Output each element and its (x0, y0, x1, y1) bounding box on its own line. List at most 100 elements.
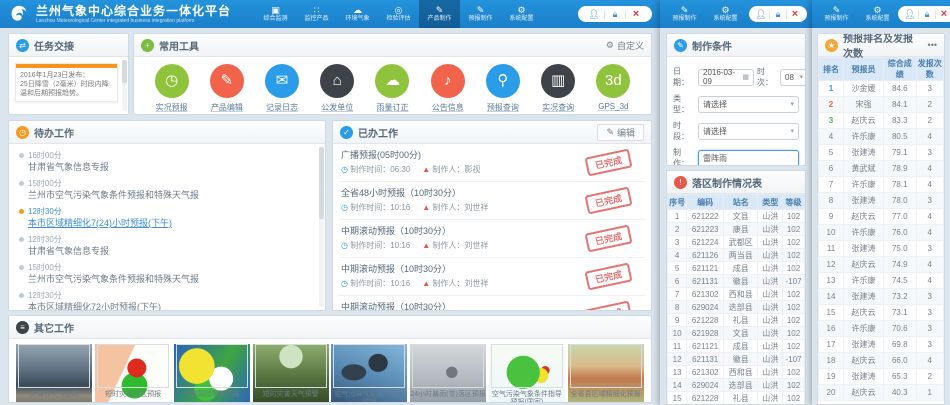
nav-item-forecast[interactable]: ✎ 预报制作 (664, 0, 705, 28)
nav-item[interactable]: ◎ 检验评估 (378, 0, 419, 28)
work-thumbnail[interactable]: 短时灾害落区预报 (95, 344, 171, 403)
scrollbar[interactable] (319, 147, 324, 307)
table-row[interactable]: 8 629024 迭部县 山洪 102 (668, 301, 805, 314)
table-row[interactable]: 15 621228 礼县 山洪 102 (668, 392, 805, 405)
edit-button[interactable]: ✎ 编辑 (597, 124, 644, 141)
area-table-panel: ! 落区制作情况表 序号 编码 站名 类型 等级 1 (666, 170, 806, 405)
table-row[interactable]: 2 621223 康县 山洪 102 (668, 223, 805, 236)
work-thumbnail[interactable]: 全省县区域精细化预报 (568, 344, 644, 403)
todo-item[interactable]: 12时30分 本市区域精细化7(24)小时预报(下午) (19, 204, 313, 232)
table-row[interactable]: 7 621302 西和县 山洪 102 (668, 288, 805, 301)
work-thumbnail[interactable]: 24小时暴雨(雪)落区预报 (410, 344, 486, 403)
score-cell: 78.9 (884, 161, 917, 177)
done-item[interactable]: 中期滚动预报（10时30分） ◷ 制作时间：10:16 ▲ 制作人：刘世祥 已完… (339, 296, 645, 311)
nav-item-settings[interactable]: ⚙ 系统配置 (857, 0, 898, 28)
table-row[interactable]: 12 621131 徽县 山洪 -107 (668, 353, 805, 366)
nav-item[interactable]: ⚙ 系统配置 (501, 0, 542, 28)
nav-item[interactable]: ∷ 监控产品 (296, 0, 337, 28)
table-row[interactable]: 16 许乐康 70.6 3 (819, 321, 944, 337)
tool-item[interactable]: ✎ 产品编辑 (201, 64, 253, 113)
table-row[interactable]: 11 621121 成县 山洪 102 (668, 340, 805, 353)
table-row[interactable]: 14 629024 迭部县 山洪 102 (668, 379, 805, 392)
table-row[interactable]: 1 沙金媛 84.6 3 (819, 81, 944, 97)
todo-item[interactable]: 12时30分 本市区域精细化72小时预报(下午) (19, 288, 313, 311)
work-thumbnail[interactable]: 空气污染气象条件指导预报(国家) (489, 344, 565, 403)
tool-icon: ☁ (375, 64, 409, 98)
nav-item[interactable]: ▣ 综合监测 (255, 0, 296, 28)
tool-item[interactable]: ✉ 记录日志 (256, 64, 308, 113)
tool-item[interactable]: ◷ 实况预报 (146, 64, 198, 113)
table-row[interactable]: 13 621302 西和县 山洪 102 (668, 366, 805, 379)
customize-button[interactable]: ⚙ 自定义 (606, 39, 644, 52)
date-input[interactable]: 2016-03-09 ▦ (698, 69, 754, 86)
table-row[interactable]: 7 许乐康 78.1 4 (819, 177, 944, 193)
table-row[interactable]: 3 621224 武都区 山洪 102 (668, 236, 805, 249)
period-select[interactable]: 请选择 ▾ (698, 123, 799, 140)
table-row[interactable]: 3 赵庆云 83.3 2 (819, 113, 944, 129)
table-row[interactable]: 5 张建涛 79.1 3 (819, 145, 944, 161)
table-row[interactable]: 20 赵庆云 40.3 1 (819, 385, 944, 401)
nav-item-settings[interactable]: ⚙ 系统配置 (705, 0, 746, 28)
nav-item[interactable]: ☁ 环境气象 (337, 0, 378, 28)
thumbnail-caption: 24小时暴雨(雪)落区预报 (410, 391, 485, 399)
close-icon[interactable]: × (936, 6, 950, 22)
lock-icon[interactable]: 🔒︎ (605, 6, 625, 22)
table-row[interactable]: 13 许乐康 74.5 4 (819, 273, 944, 289)
table-row[interactable]: 10 许乐康 76.0 4 (819, 225, 944, 241)
table-row[interactable]: 1 621222 文县 山洪 102 (668, 210, 805, 223)
rank-cell: 2 (819, 97, 844, 113)
todo-item[interactable]: 15时00分 兰州市空气污染气象条件预报和特殊天气报 (19, 260, 313, 288)
make-input[interactable]: 雷阵雨 (698, 150, 799, 167)
done-item[interactable]: 广播预报(05时00分) ◷ 制作时间：06:30 ▲ 制作人：影视 已完成 (339, 144, 645, 182)
work-thumbnail[interactable]: 灾害性天气追踪 (16, 344, 92, 403)
tool-item[interactable]: ⌂ 公发单位 (311, 64, 363, 113)
done-item[interactable]: 中期滚动预报（10时30分） ◷ 制作时间：10:16 ▲ 制作人：刘世祥 已完… (339, 220, 645, 258)
table-row[interactable]: 14 张建涛 73.2 3 (819, 289, 944, 305)
todo-item[interactable]: 15时00分 兰州市空气污染气象条件预报和特殊天气报 (19, 176, 313, 204)
table-row[interactable]: 15 赵庆云 73.1 3 (819, 305, 944, 321)
table-row[interactable]: 5 621121 成县 山洪 102 (668, 262, 805, 275)
user-icon[interactable]: 👤︎ (753, 6, 769, 22)
nav-item[interactable]: ✎ 产品制作 (419, 0, 460, 28)
type-select[interactable]: 请选择 ▾ (698, 96, 799, 113)
close-icon[interactable]: × (626, 6, 646, 22)
tool-item[interactable]: ⚲ 预报查询 (477, 64, 529, 113)
table-row[interactable]: 6 621131 徽县 山洪 -107 (668, 275, 805, 288)
table-row[interactable]: 8 张建涛 78.0 3 (819, 193, 944, 209)
work-thumbnail[interactable]: 短时灾害天气预警 (253, 344, 329, 403)
table-row[interactable]: 9 赵庆云 77.0 4 (819, 209, 944, 225)
user-icon[interactable]: 👤︎ (584, 6, 604, 22)
todo-item[interactable]: 16时00分 甘肃省气象信息专报 (19, 148, 313, 176)
more-menu-button[interactable]: ••• (928, 40, 937, 50)
table-row[interactable]: 4 621126 两当县 山洪 102 (668, 249, 805, 262)
lock-icon[interactable]: 🔒︎ (919, 6, 935, 22)
nav-item-forecast[interactable]: ✎ 预报制作 (816, 0, 857, 28)
nav-item[interactable]: ✎ 预报制作 (460, 0, 501, 28)
table-row[interactable]: 2 宋强 84.1 2 (819, 97, 944, 113)
tool-item[interactable]: ♪ 公告信息 (422, 64, 474, 113)
tool-item[interactable]: 3d GPS_3d (587, 64, 639, 113)
close-icon[interactable]: × (787, 6, 803, 22)
user-icon[interactable]: 👤︎ (902, 6, 918, 22)
notice-card[interactable]: 2016年1月23日发布： 25日降雪（2毫米）时段内降温和后期预报趋势。 (15, 63, 118, 102)
done-item[interactable]: 全省48小时预报（10时30分） ◷ 制作时间：10:16 ▲ 制作人：刘世祥 … (339, 182, 645, 220)
hour-select[interactable]: 08 ▾ (780, 69, 806, 86)
tool-item[interactable]: ☁ 雨量订正 (366, 64, 418, 113)
work-thumbnail[interactable]: 空气污染气象条件等级预报 (331, 344, 407, 403)
table-row[interactable]: 12 赵庆云 74.9 4 (819, 257, 944, 273)
tool-item[interactable]: ▥ 实况查询 (532, 64, 584, 113)
table-row[interactable]: 6 黄武斌 78.9 4 (819, 161, 944, 177)
rank-cell: 15 (819, 305, 844, 321)
todo-item[interactable]: 12时30分 甘肃省气象信息专报 (19, 232, 313, 260)
table-row[interactable]: 9 621228 礼县 山洪 102 (668, 314, 805, 327)
scrollbar[interactable] (122, 60, 127, 111)
table-row[interactable]: 4 许乐康 80.5 4 (819, 129, 944, 145)
lock-icon[interactable]: 🔒︎ (770, 6, 786, 22)
table-row[interactable]: 18 赵庆云 66.0 4 (819, 353, 944, 369)
done-item[interactable]: 中期滚动预报（10时30分） ◷ 制作时间：10:16 ▲ 制作人：刘世祥 已完… (339, 258, 645, 296)
table-row[interactable]: 11 张建涛 75.0 3 (819, 241, 944, 257)
table-row[interactable]: 17 张建涛 69.8 3 (819, 337, 944, 353)
work-thumbnail[interactable]: 气象风险等级预报 (174, 344, 250, 403)
table-row[interactable]: 10 621928 文县 山洪 102 (668, 327, 805, 340)
table-row[interactable]: 19 张建涛 65.3 2 (819, 369, 944, 385)
